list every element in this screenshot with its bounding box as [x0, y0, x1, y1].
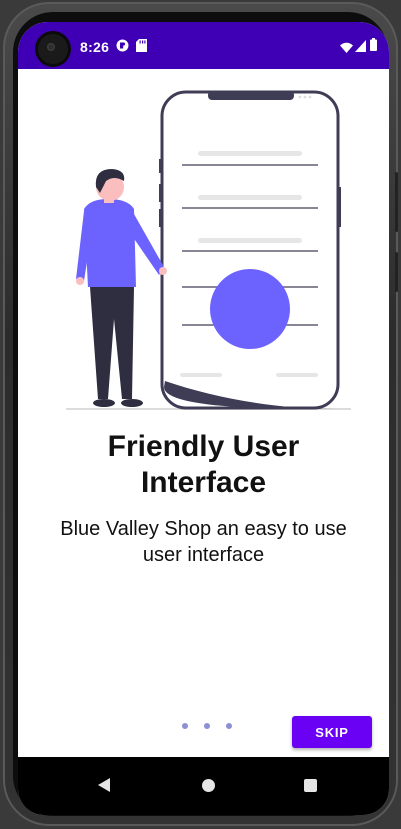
- wifi-icon: [340, 40, 353, 58]
- phone-frame: 8:26 Friendly User Interface Blue Valley…: [3, 2, 398, 826]
- phone-screen: 8:26 Friendly User Interface Blue Valley…: [18, 22, 389, 815]
- home-icon[interactable]: [202, 779, 215, 792]
- skip-button[interactable]: SKIP: [292, 716, 372, 748]
- signal-icon: [355, 39, 366, 57]
- navigation-bar: [18, 757, 389, 815]
- power-button: [395, 252, 398, 292]
- page-dot-3[interactable]: [226, 723, 232, 729]
- status-time: 8:26: [80, 39, 110, 55]
- front-camera: [38, 34, 68, 64]
- battery-icon: [370, 38, 377, 56]
- back-icon[interactable]: [98, 778, 110, 792]
- volume-button: [395, 172, 398, 232]
- camera-privacy-icon: [116, 39, 129, 57]
- status-bar: 8:26: [18, 22, 389, 69]
- page-dot-1[interactable]: [182, 723, 188, 729]
- person-with-phone-illustration: [66, 90, 351, 410]
- onboarding-title: Friendly User Interface: [107, 430, 300, 499]
- recents-icon[interactable]: [304, 779, 317, 792]
- onboarding-page: Friendly User Interface Blue Valley Shop…: [18, 69, 389, 757]
- page-dot-2[interactable]: [204, 723, 210, 729]
- onboarding-subtitle: Blue Valley Shop an easy to use user int…: [60, 518, 347, 566]
- sd-card-icon: [136, 39, 147, 57]
